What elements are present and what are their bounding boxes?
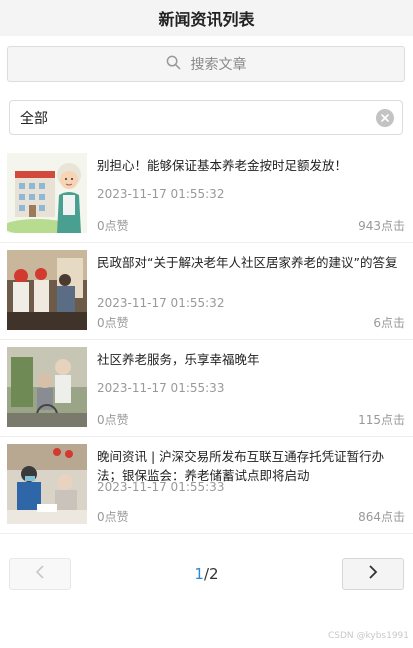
article-likes: 0点赞 <box>97 510 129 524</box>
article-clicks: 864点击 <box>358 510 405 524</box>
article-likes: 0点赞 <box>97 413 129 427</box>
article-item[interactable]: 民政部对“关于解决老年人社区居家养老的建议”的答复 2023-11-17 01:… <box>0 243 413 340</box>
current-page: 1 <box>194 565 204 583</box>
chevron-right-icon <box>368 564 378 584</box>
article-thumbnail <box>7 444 87 524</box>
article-date: 2023-11-17 01:55:33 <box>97 480 225 494</box>
article-item[interactable]: 别担心！能够保证基本养老金按时足额发放！ 2023-11-17 01:55:32… <box>0 146 413 243</box>
watermark: CSDN @kybs1991 <box>327 631 409 641</box>
header-bar: 新闻资讯列表 <box>0 0 413 36</box>
article-item[interactable]: 晚间资讯 | 沪深交易所发布互联互通存托凭证暂行办法；银保监会：养老储蓄试点即将… <box>0 437 413 534</box>
article-date: 2023-11-17 01:55:32 <box>97 187 225 201</box>
article-date: 2023-11-17 01:55:33 <box>97 381 225 395</box>
article-clicks: 943点击 <box>358 219 405 233</box>
total-pages: 2 <box>209 565 219 583</box>
filter-value: 全部 <box>20 110 48 127</box>
article-thumbnail <box>7 347 87 427</box>
article-title[interactable]: 民政部对“关于解决老年人社区居家养老的建议”的答复 <box>97 253 405 272</box>
article-thumbnail <box>7 250 87 330</box>
search-bar[interactable]: 搜索文章 <box>7 46 405 82</box>
article-list: 别担心！能够保证基本养老金按时足额发放！ 2023-11-17 01:55:32… <box>0 146 413 534</box>
article-title[interactable]: 社区养老服务，乐享幸福晚年 <box>97 350 405 369</box>
article-clicks: 115点击 <box>358 413 405 427</box>
article-clicks: 6点击 <box>373 316 405 330</box>
article-date: 2023-11-17 01:55:32 <box>97 296 225 310</box>
page-title: 新闻资讯列表 <box>158 10 255 29</box>
article-title[interactable]: 别担心！能够保证基本养老金按时足额发放！ <box>97 156 405 175</box>
clear-icon[interactable] <box>376 108 394 127</box>
search-placeholder: 搜索文章 <box>190 57 247 73</box>
article-thumbnail <box>7 153 87 233</box>
article-likes: 0点赞 <box>97 316 129 330</box>
category-filter[interactable]: 全部 <box>9 100 403 135</box>
article-likes: 0点赞 <box>97 219 129 233</box>
article-item[interactable]: 社区养老服务，乐享幸福晚年 2023-11-17 01:55:33 0点赞 11… <box>0 340 413 437</box>
search-icon <box>166 55 181 74</box>
pagination: 1/2 <box>0 558 413 592</box>
next-page-button[interactable] <box>342 558 404 590</box>
